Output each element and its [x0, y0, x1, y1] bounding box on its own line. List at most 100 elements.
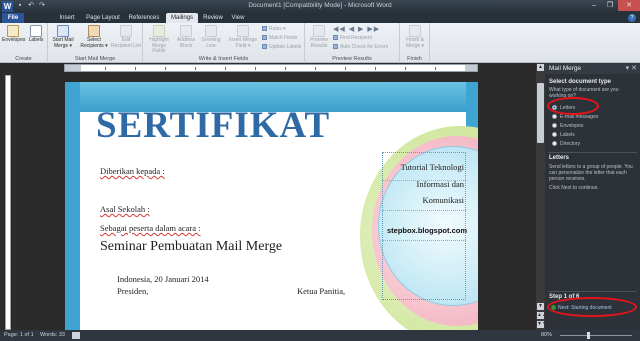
committee-chair-label[interactable]: Ketua Panitia, [297, 286, 345, 296]
zoom-level[interactable]: 80% [541, 330, 552, 341]
horizontal-ruler[interactable] [64, 64, 478, 72]
radio-icon [552, 132, 557, 138]
radio-icon [552, 141, 557, 147]
ruler-tick [195, 67, 196, 70]
envelopes-label: Envelopes [2, 37, 26, 43]
event-line[interactable]: Sebagai peserta dalam acara : [100, 223, 201, 233]
labels-label: Labels [28, 37, 44, 43]
certificate-heading: SERTIFIKAT [96, 105, 331, 146]
insert-merge-field-button[interactable]: Insert Merge Field ▾ [225, 25, 261, 49]
select-recipients-button[interactable]: Select Recipients ▾ [80, 25, 108, 49]
radio-labels-label: Labels [560, 132, 575, 138]
next-page-button[interactable]: ▼▼ [537, 321, 547, 328]
group-label-start: Start Mail Merge [74, 56, 116, 62]
vertical-ruler[interactable] [5, 75, 11, 330]
zoom-slider[interactable] [560, 335, 632, 336]
zoom-slider-knob[interactable] [587, 332, 590, 339]
tab-page-layout[interactable]: Page Layout [84, 13, 122, 23]
auto-check-button[interactable]: Auto Check for Errors [333, 44, 388, 50]
vertical-scrollbar[interactable]: ▲ ▼ ▲▲ ▼▼ [536, 63, 547, 330]
maximize-button[interactable]: ❐ [602, 0, 618, 11]
preview-results-label: Preview Results [310, 37, 328, 49]
document-page[interactable]: SERTIFIKAT Diberikan kepada : Asal Sekol… [65, 82, 478, 330]
greeting-line-button[interactable]: Greeting Line [199, 25, 223, 49]
tab-review[interactable]: Review [200, 13, 226, 23]
pane-close-icon[interactable]: ▾ ✕ [626, 63, 637, 74]
ruler-tick [225, 67, 226, 70]
mail-merge-pane: Mail Merge ▾ ✕ Select document type What… [545, 63, 640, 330]
tab-mailings[interactable]: Mailings [166, 13, 198, 23]
close-button[interactable]: ✕ [618, 0, 640, 11]
previous-page-button[interactable]: ▲▲ [537, 312, 547, 319]
envelopes-button[interactable]: Envelopes [2, 25, 26, 44]
tab-view[interactable]: View [228, 13, 248, 23]
ruler-tick [315, 67, 316, 70]
match-fields-button[interactable]: Match Fields [262, 35, 297, 41]
auto-check-icon [333, 44, 338, 50]
rules-button[interactable]: Rules ▾ [262, 26, 286, 32]
update-labels-label: Update Labels [269, 44, 302, 50]
highlight-merge-fields-button[interactable]: Highlight Merge Fields [145, 25, 173, 55]
help-icon[interactable]: ? [628, 14, 636, 22]
edit-recipient-list-label: Edit Recipient List [111, 37, 142, 49]
minimize-button[interactable]: – [586, 0, 602, 11]
radio-directory[interactable]: Directory [552, 141, 580, 147]
rules-icon [262, 26, 267, 32]
ruler-row [0, 63, 545, 73]
radio-labels[interactable]: Labels [552, 132, 575, 138]
scroll-up-button[interactable]: ▲ [537, 64, 544, 71]
annotation-circle-next [547, 297, 637, 317]
edit-recipient-list-button[interactable]: Edit Recipient List [111, 25, 141, 49]
school-line[interactable]: Asal Sekolah : [100, 204, 150, 214]
textbox-line-1: Tutorial Teknologi [400, 162, 464, 172]
scroll-down-button[interactable]: ▼ [537, 303, 544, 310]
edit-list-icon [120, 25, 132, 37]
page-count[interactable]: Page: 1 of 1 [4, 330, 34, 341]
ruler-tick [135, 67, 136, 70]
window-title: Document1 [Compatibility Mode] - Microso… [248, 2, 392, 9]
radio-envelopes-label: Envelopes [560, 123, 584, 129]
tab-insert[interactable]: Insert [54, 13, 80, 23]
labels-button[interactable]: Labels [26, 25, 46, 44]
address-block-label: Address Block [176, 37, 196, 49]
highlight-icon [153, 25, 165, 37]
record-navigation[interactable]: ◀◀ ◀ ▶ ▶▶ [333, 25, 380, 33]
auto-check-label: Auto Check for Errors [340, 44, 389, 50]
window-controls: – ❐ ✕ [586, 0, 640, 11]
president-label[interactable]: Presiden, [117, 286, 148, 296]
recipient-line[interactable]: Diberikan kepada : [100, 166, 165, 176]
finish-merge-button[interactable]: Finish & Merge ▾ [403, 25, 427, 49]
ruler-tick [345, 67, 346, 70]
address-block-button[interactable]: Address Block [175, 25, 197, 49]
date-line[interactable]: Indonesia, 20 Januari 2014 [117, 274, 209, 284]
event-title[interactable]: Seminar Pembuatan Mail Merge [100, 239, 282, 255]
find-recipient-icon [333, 35, 338, 41]
match-fields-label: Match Fields [269, 35, 298, 41]
tab-file[interactable]: File [2, 13, 24, 23]
update-labels-icon [262, 44, 267, 50]
scroll-thumb[interactable] [537, 83, 544, 143]
select-type-heading: Select document type [549, 79, 612, 85]
status-bar: Page: 1 of 1 Words: 33 80% [0, 330, 640, 341]
ruler-tick [255, 67, 256, 70]
radio-icon [552, 123, 557, 129]
address-block-icon [180, 25, 192, 37]
letters-description: Send letters to a group of people. You c… [549, 164, 633, 182]
word-count[interactable]: Words: 33 [40, 330, 65, 341]
greeting-line-icon [205, 25, 217, 37]
recipient-label: Diberikan kepada : [100, 166, 165, 176]
group-start-mail-merge: Start Mail Merge ▾ Select Recipients ▾ E… [48, 23, 143, 63]
update-labels-button[interactable]: Update Labels [262, 44, 301, 50]
start-mail-merge-button[interactable]: Start Mail Merge ▾ [50, 25, 76, 49]
find-recipient-button[interactable]: Find Recipient [333, 35, 372, 41]
ruler-left-margin [65, 65, 81, 71]
radio-envelopes[interactable]: Envelopes [552, 123, 583, 129]
tab-references[interactable]: References [125, 13, 163, 23]
letters-next-hint: Click Next to continue. [549, 185, 599, 191]
proofing-icon[interactable] [72, 332, 80, 339]
event-label: Sebagai peserta dalam acara : [100, 223, 201, 233]
group-finish: Finish & Merge ▾ Finish [400, 23, 430, 63]
preview-results-button[interactable]: Preview Results [307, 25, 331, 49]
envelope-icon [7, 25, 19, 37]
group-create: Envelopes Labels Create [0, 23, 48, 63]
